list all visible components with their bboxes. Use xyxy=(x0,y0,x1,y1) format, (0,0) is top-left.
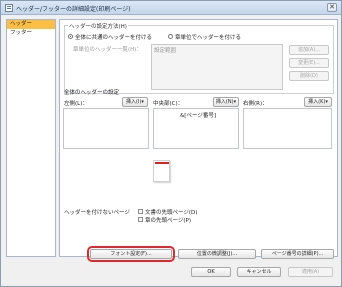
insert-left-button[interactable]: 挿入(I)▾ xyxy=(122,97,148,107)
chapter-first-label: 章の先頭ページ(P) xyxy=(145,218,191,224)
app-icon xyxy=(5,4,13,12)
insert-center-button[interactable]: 挿入(N)▾ xyxy=(213,97,239,107)
sidebar: ヘッダー フッター xyxy=(6,19,56,257)
apply-button[interactable]: 適用(A) xyxy=(288,267,333,277)
center-label: 中央部(C)： xyxy=(153,101,184,107)
left-label: 左側(L)： xyxy=(64,101,88,107)
change-button[interactable]: 変更(E)... xyxy=(289,58,329,68)
radio-chapter-header[interactable] xyxy=(168,34,173,39)
title-bar: ヘッダー/フッターの詳細設定(印刷ページ) ✕ xyxy=(1,1,341,15)
radio-all-header-label: 全体に共通のヘッダーを付ける xyxy=(75,35,153,41)
right-label: 右側(R)： xyxy=(243,101,268,107)
first-page-label: 文書の先頭ページ(D) xyxy=(145,210,198,216)
radio-all-header[interactable] xyxy=(68,34,73,39)
settings-panel: ヘッダーの設定方法(H) 全体に共通のヘッダーを付ける 章単位でヘッダーを付ける… xyxy=(59,19,338,262)
chapter-list-item: 設定範囲 xyxy=(154,48,177,54)
position-adjust-button[interactable]: 位置の微調整(J)... xyxy=(178,249,256,259)
chapter-first-checkbox[interactable] xyxy=(138,217,143,222)
header-settings-title: 全体のヘッダーの設定 xyxy=(64,90,120,96)
no-header-label: ヘッダーを付けないページ xyxy=(64,210,130,216)
window-title: ヘッダー/フッターの詳細設定(印刷ページ) xyxy=(16,6,131,13)
add-button[interactable]: 追加(A)... xyxy=(289,45,329,55)
right-header-field[interactable] xyxy=(243,108,332,149)
dialog-window: ヘッダー/フッターの詳細設定(印刷ページ) ✕ ヘッダー フッター ヘッダーの設… xyxy=(0,0,342,287)
page-number-detail-button[interactable]: ページ番号の詳細(P)... xyxy=(261,249,334,259)
center-header-field[interactable]: &[ページ番号] xyxy=(153,108,239,149)
close-button[interactable]: ✕ xyxy=(327,3,337,12)
sidebar-item-header[interactable]: ヘッダー xyxy=(7,20,55,29)
left-header-field[interactable] xyxy=(63,108,149,149)
sidebar-item-footer[interactable]: フッター xyxy=(7,29,55,38)
header-method-legend: ヘッダーの設定方法(H) xyxy=(68,22,128,30)
page-preview-icon xyxy=(153,160,170,182)
radio-chapter-header-label: 章単位でヘッダーを付ける xyxy=(175,35,242,41)
header-method-group: ヘッダーの設定方法(H) 全体に共通のヘッダーを付ける 章単位でヘッダーを付ける… xyxy=(64,22,334,94)
center-header-value: &[ページ番号] xyxy=(180,113,216,119)
ok-button[interactable]: OK xyxy=(191,267,231,277)
font-settings-button[interactable]: フォント設定(F)... xyxy=(90,249,172,259)
chapter-header-list[interactable]: 設定範囲 xyxy=(151,44,283,90)
delete-button[interactable]: 削除(D) xyxy=(289,71,329,81)
cancel-button[interactable]: キャンセル xyxy=(237,267,281,277)
first-page-checkbox[interactable] xyxy=(138,209,143,214)
insert-right-button[interactable]: 挿入(K)▾ xyxy=(304,97,332,107)
chapter-list-label: 章単位のヘッダー一覧(H)： xyxy=(73,47,142,53)
